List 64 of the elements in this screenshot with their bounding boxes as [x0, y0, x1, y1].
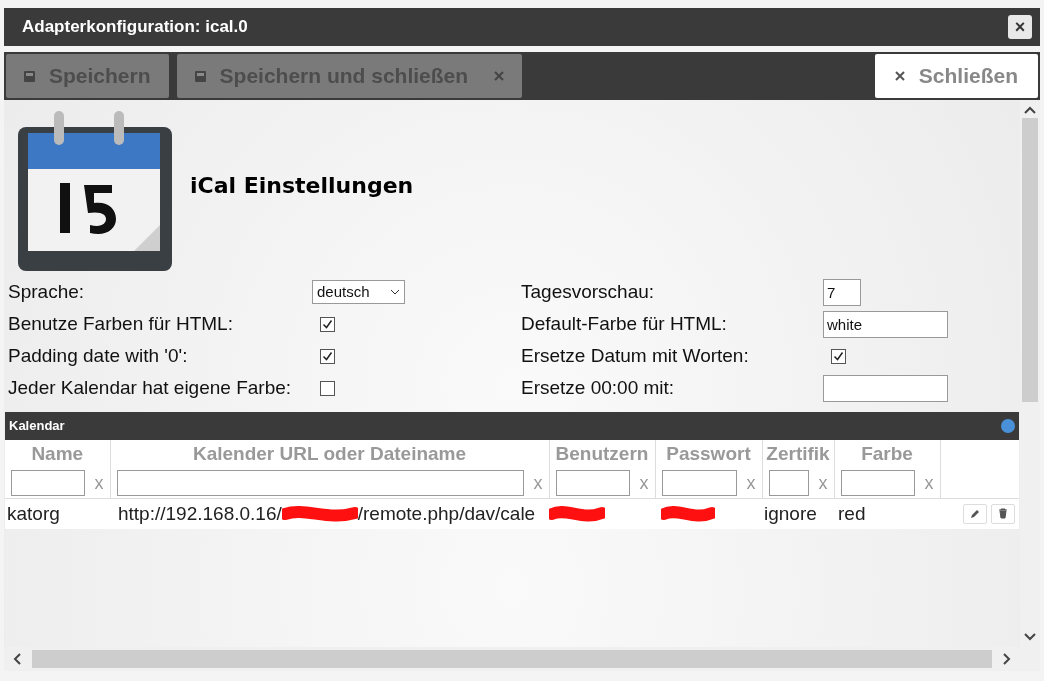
- column-header[interactable]: Farbe: [834, 440, 940, 469]
- redaction-mark: [661, 504, 715, 523]
- scroll-right-icon[interactable]: [1002, 653, 1012, 665]
- column-header[interactable]: Name: [5, 440, 110, 469]
- clear-filter-button[interactable]: x: [533, 469, 543, 497]
- clear-filter-button[interactable]: x: [924, 469, 934, 497]
- filter-field[interactable]: [555, 470, 630, 497]
- column-header[interactable]: Passwort: [655, 440, 762, 469]
- column-header[interactable]: Zertifik: [762, 440, 834, 469]
- field-label: Tagesvorschau:: [521, 280, 656, 304]
- filter-field[interactable]: [116, 470, 524, 497]
- floppy-icon: [24, 70, 35, 82]
- url-text: http://192.168.0.16/: [118, 501, 282, 526]
- edit-button[interactable]: [963, 503, 987, 524]
- caret-icon: [390, 289, 400, 295]
- close-button[interactable]: Schließen: [874, 54, 1038, 98]
- filter-field[interactable]: [661, 470, 737, 497]
- clear-filter-button[interactable]: x: [818, 469, 828, 497]
- checkbox[interactable]: [320, 380, 335, 396]
- table-cell: ignore: [762, 498, 834, 529]
- section-heading: iCal Einstellungen: [190, 171, 414, 200]
- input-field[interactable]: [823, 374, 948, 402]
- checkbox[interactable]: [831, 348, 846, 364]
- field-label: Ersetze 00:00 mit:: [521, 376, 676, 400]
- field-label: Benutze Farben für HTML:: [8, 312, 234, 336]
- vertical-scrollbar[interactable]: [1020, 100, 1040, 671]
- checkbox[interactable]: [320, 316, 335, 332]
- field-label: Jeder Kalendar hat eigene Farbe:: [8, 376, 293, 400]
- floppy-icon: [194, 70, 206, 82]
- clear-filter-button[interactable]: x: [639, 469, 649, 497]
- trash-icon: [998, 508, 1008, 520]
- filter-field[interactable]: [11, 470, 85, 497]
- input-field[interactable]: white: [823, 310, 948, 338]
- filter-field[interactable]: [840, 470, 915, 497]
- scrollbar-thumb[interactable]: [32, 650, 992, 668]
- clear-filter-button[interactable]: x: [94, 469, 104, 497]
- delete-button[interactable]: [991, 503, 1015, 524]
- input-field[interactable]: 7: [823, 278, 861, 306]
- filter-field[interactable]: [768, 470, 809, 497]
- close-icon: [494, 71, 505, 81]
- url-text: /remote.php/dav/cale: [357, 501, 536, 526]
- field-label: Default-Farbe für HTML:: [521, 312, 728, 336]
- table-cell: red: [834, 498, 940, 529]
- scroll-down-icon[interactable]: [1024, 633, 1036, 641]
- column-header[interactable]: Kalender URL oder Dateiname: [110, 440, 549, 469]
- scroll-up-icon[interactable]: [1024, 106, 1036, 114]
- field-label: Padding date with '0':: [8, 344, 189, 368]
- scroll-left-icon[interactable]: [12, 653, 22, 665]
- panel-title: Kalendar: [9, 417, 65, 436]
- table-cell: katorg: [5, 498, 110, 529]
- collapse-icon[interactable]: [1001, 419, 1015, 433]
- clear-filter-button[interactable]: x: [746, 469, 756, 497]
- field-label: Ersetze Datum mit Worten:: [521, 344, 750, 368]
- window-title: Adapterkonfiguration: ical.0: [22, 16, 248, 39]
- horizontal-scrollbar[interactable]: [4, 647, 1020, 671]
- language-select[interactable]: deutsch: [312, 280, 405, 304]
- redaction-mark: [549, 504, 605, 523]
- close-button[interactable]: ×: [1008, 15, 1032, 39]
- checkbox[interactable]: [320, 348, 335, 364]
- close-icon: [894, 71, 905, 81]
- column-header[interactable]: Benutzern: [549, 440, 655, 469]
- field-label: Sprache:: [8, 280, 86, 304]
- scrollbar-thumb[interactable]: [1022, 118, 1038, 402]
- pencil-icon: [970, 508, 980, 519]
